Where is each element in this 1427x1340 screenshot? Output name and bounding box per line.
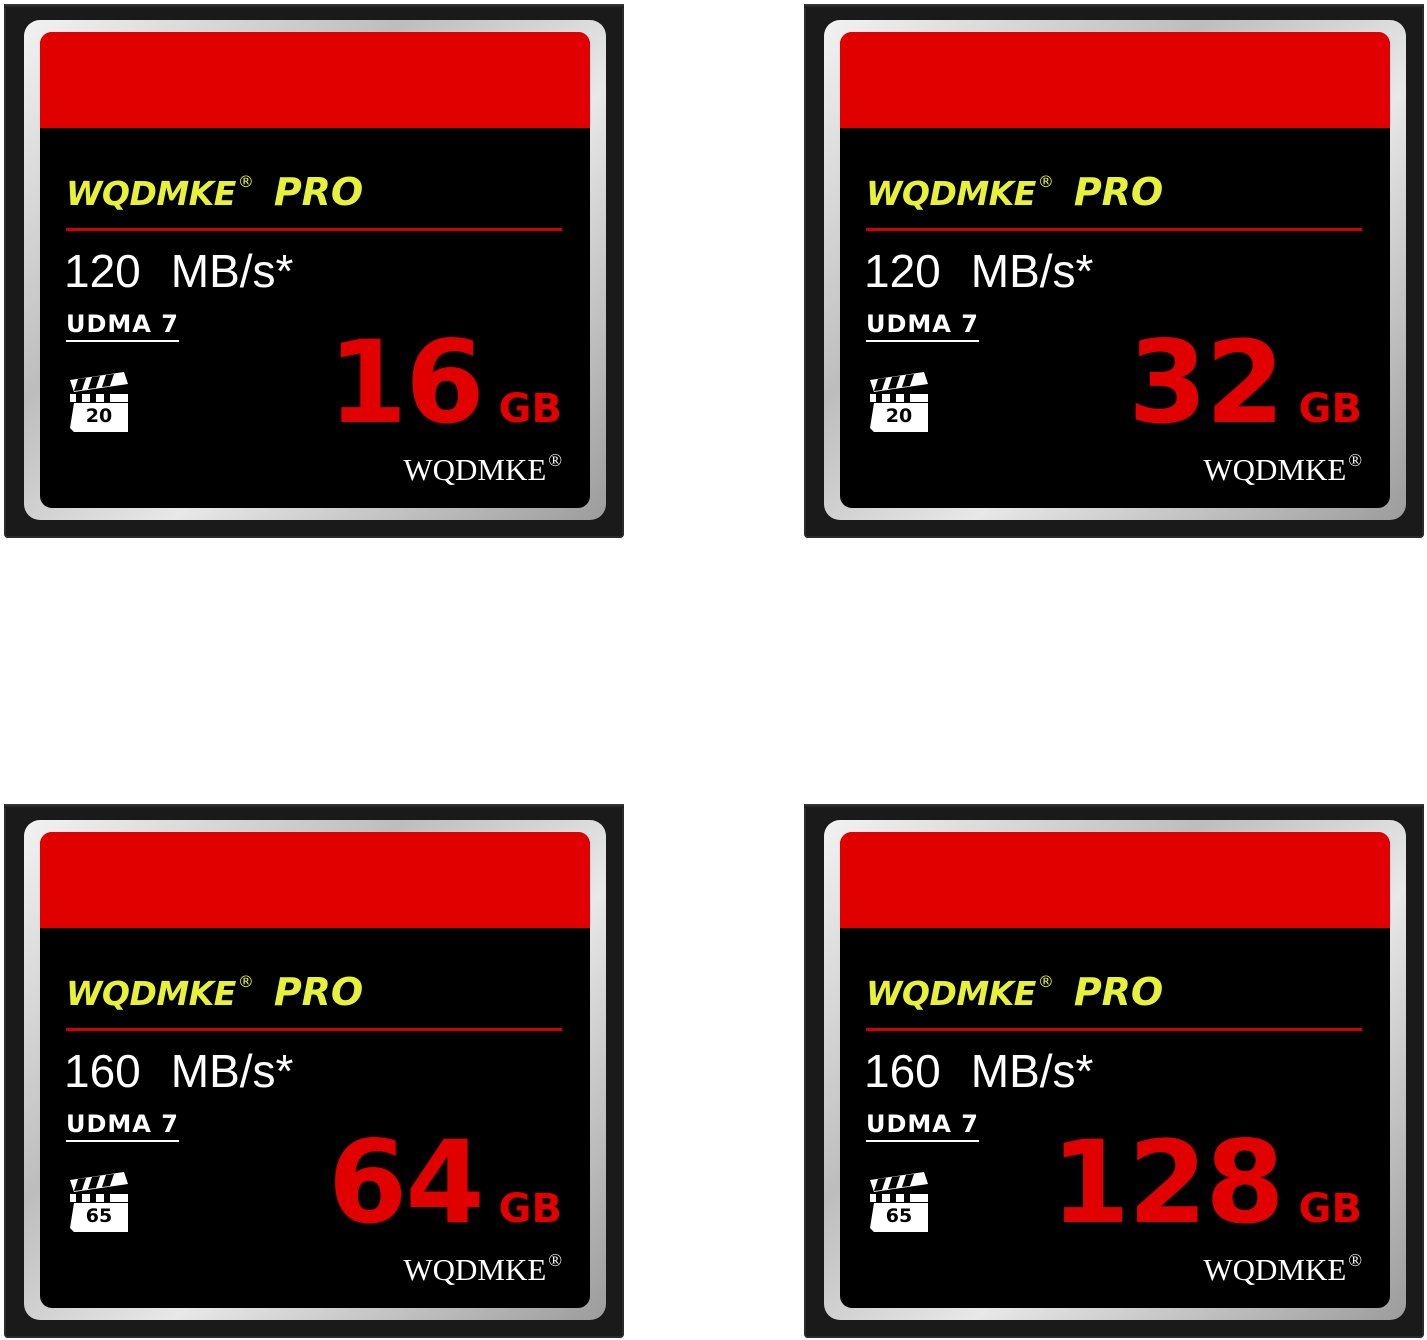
vpg-class: 65 (885, 1205, 913, 1227)
brand-name: WQDMKE (66, 174, 236, 213)
capacity-value: 32 (1128, 316, 1285, 449)
card-label: WQDMKE ® PRO 160 MB/s* UDMA 7 (40, 832, 590, 1308)
registered-mark: ® (237, 972, 254, 991)
footer-brand-name: WQDMKE (403, 1252, 547, 1287)
cf-card-64gb: WQDMKE ® PRO 160 MB/s* UDMA 7 65 64 GB W… (4, 804, 624, 1338)
footer-brand: WQDMKE ® (1203, 450, 1362, 488)
footer-brand-name: WQDMKE (1203, 452, 1347, 487)
vpg-class: 20 (885, 405, 913, 427)
speed-unit: MB/s* (170, 245, 294, 297)
footer-brand: WQDMKE ® (1203, 1250, 1362, 1288)
udma-label: UDMA 7 (66, 310, 179, 342)
red-band (40, 832, 590, 928)
footer-registered-mark: ® (1348, 450, 1362, 470)
speed-rating: 120 MB/s* (864, 244, 1093, 298)
capacity-unit: GB (1298, 1186, 1362, 1232)
card-label: WQDMKE ® PRO 120 MB/s* UDMA 7 (840, 32, 1390, 508)
brand-name: WQDMKE (66, 974, 236, 1013)
capacity-unit: GB (498, 386, 562, 432)
clapperboard-icon: 20 (66, 370, 132, 434)
brand-name: WQDMKE (866, 974, 1036, 1013)
udma-label: UDMA 7 (866, 310, 979, 342)
footer-registered-mark: ® (548, 450, 562, 470)
speed-unit: MB/s* (170, 1045, 294, 1097)
capacity: 32 GB (1128, 316, 1362, 449)
red-band (840, 32, 1390, 128)
card-label-frame: WQDMKE ® PRO 160 MB/s* UDMA 7 (824, 820, 1406, 1320)
capacity: 64 GB (328, 1116, 562, 1249)
footer-brand-name: WQDMKE (1203, 1252, 1347, 1287)
footer-brand: WQDMKE ® (403, 1250, 562, 1288)
capacity-unit: GB (1298, 386, 1362, 432)
clapperboard-icon: 65 (866, 1170, 932, 1234)
clapperboard-icon: 20 (866, 370, 932, 434)
divider-rule (866, 228, 1362, 231)
speed-value: 160 (864, 1045, 941, 1097)
red-band (840, 832, 1390, 928)
brand-line: WQDMKE ® PRO (866, 170, 1163, 214)
speed-rating: 160 MB/s* (64, 1044, 293, 1098)
cf-card-32gb: WQDMKE ® PRO 120 MB/s* UDMA 7 20 32 GB W… (804, 4, 1424, 538)
pro-label: PRO (1073, 970, 1164, 1014)
speed-rating: 120 MB/s* (64, 244, 293, 298)
registered-mark: ® (1037, 972, 1054, 991)
capacity: 16 GB (328, 316, 562, 449)
speed-value: 160 (64, 1045, 141, 1097)
capacity: 128 GB (1051, 1116, 1362, 1249)
red-band (40, 32, 590, 128)
capacity-value: 128 (1050, 1116, 1285, 1249)
card-label: WQDMKE ® PRO 120 MB/s* UDMA 7 (40, 32, 590, 508)
card-label-frame: WQDMKE ® PRO 120 MB/s* UDMA 7 (24, 20, 606, 520)
footer-brand-name: WQDMKE (403, 452, 547, 487)
capacity-value: 16 (328, 316, 485, 449)
capacity-value: 64 (328, 1116, 485, 1249)
capacity-unit: GB (498, 1186, 562, 1232)
vpg-class: 65 (85, 1205, 113, 1227)
pro-label: PRO (1073, 170, 1164, 214)
footer-registered-mark: ® (1348, 1250, 1362, 1270)
vpg-class: 20 (85, 405, 113, 427)
udma-label: UDMA 7 (866, 1110, 979, 1142)
pro-label: PRO (273, 970, 364, 1014)
registered-mark: ® (1037, 172, 1054, 191)
card-label-frame: WQDMKE ® PRO 160 MB/s* UDMA 7 (24, 820, 606, 1320)
speed-rating: 160 MB/s* (864, 1044, 1093, 1098)
cf-card-16gb: WQDMKE ® PRO 120 MB/s* UDMA 7 20 16 GB W… (4, 4, 624, 538)
brand-line: WQDMKE ® PRO (66, 970, 363, 1014)
speed-unit: MB/s* (970, 245, 1094, 297)
pro-label: PRO (273, 170, 364, 214)
card-label: WQDMKE ® PRO 160 MB/s* UDMA 7 (840, 832, 1390, 1308)
footer-brand: WQDMKE ® (403, 450, 562, 488)
footer-registered-mark: ® (548, 1250, 562, 1270)
card-label-frame: WQDMKE ® PRO 120 MB/s* UDMA 7 (824, 20, 1406, 520)
speed-value: 120 (864, 245, 941, 297)
brand-line: WQDMKE ® PRO (66, 170, 363, 214)
speed-value: 120 (64, 245, 141, 297)
divider-rule (66, 228, 562, 231)
clapperboard-icon: 65 (66, 1170, 132, 1234)
divider-rule (866, 1028, 1362, 1031)
udma-label: UDMA 7 (66, 1110, 179, 1142)
brand-name: WQDMKE (866, 174, 1036, 213)
divider-rule (66, 1028, 562, 1031)
brand-line: WQDMKE ® PRO (866, 970, 1163, 1014)
cf-card-128gb: WQDMKE ® PRO 160 MB/s* UDMA 7 65 128 GB … (804, 804, 1424, 1338)
speed-unit: MB/s* (970, 1045, 1094, 1097)
registered-mark: ® (237, 172, 254, 191)
